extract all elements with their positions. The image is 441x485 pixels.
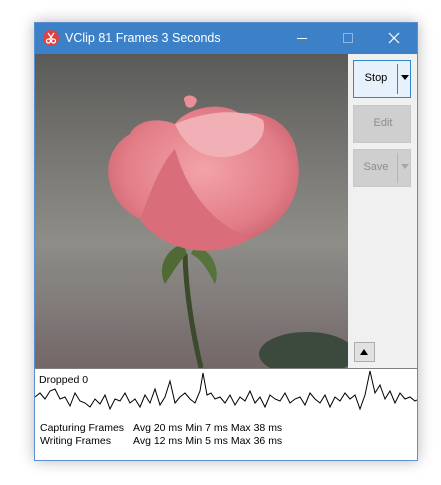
minimize-icon	[297, 38, 307, 39]
frame-timing-graph: Dropped 0	[35, 368, 417, 417]
side-panel: Stop Edit Save	[348, 54, 417, 368]
title-bar[interactable]: VClip 81 Frames 3 Seconds	[35, 23, 417, 54]
stop-button-label: Stop	[364, 72, 388, 84]
save-button-label: Save	[363, 161, 389, 173]
stats-row-value: Avg 20 ms Min 7 ms Max 38 ms	[133, 422, 283, 434]
maximize-icon	[343, 33, 353, 43]
maximize-button[interactable]	[325, 23, 371, 54]
minimize-button[interactable]	[279, 23, 325, 54]
triangle-up-icon	[360, 349, 368, 355]
close-icon	[388, 32, 400, 44]
vclip-window: VClip 81 Frames 3 Seconds Stop Edit Save…	[34, 22, 418, 461]
dropdown-arrow-icon[interactable]	[401, 164, 409, 169]
stats-row-value: Avg 12 ms Min 5 ms Max 36 ms	[133, 435, 283, 447]
stats-row-label: Capturing Frames	[40, 422, 125, 434]
split-divider	[397, 153, 398, 183]
scissors-app-icon	[43, 30, 59, 46]
split-divider	[397, 64, 398, 94]
edit-button-label: Edit	[373, 117, 393, 129]
video-preview[interactable]	[35, 54, 348, 368]
window-title: VClip 81 Frames 3 Seconds	[65, 31, 221, 45]
rose-image	[35, 95, 348, 368]
edit-button[interactable]: Edit	[353, 105, 411, 143]
save-split-button[interactable]: Save	[353, 149, 411, 187]
dropdown-arrow-icon[interactable]	[401, 75, 409, 80]
dropped-frames-label: Dropped 0	[39, 374, 89, 386]
close-button[interactable]	[371, 23, 417, 54]
stop-split-button[interactable]: Stop	[353, 60, 411, 98]
stats-row-label: Writing Frames	[40, 435, 111, 447]
collapse-up-button[interactable]	[354, 342, 375, 362]
timing-line	[35, 370, 417, 411]
